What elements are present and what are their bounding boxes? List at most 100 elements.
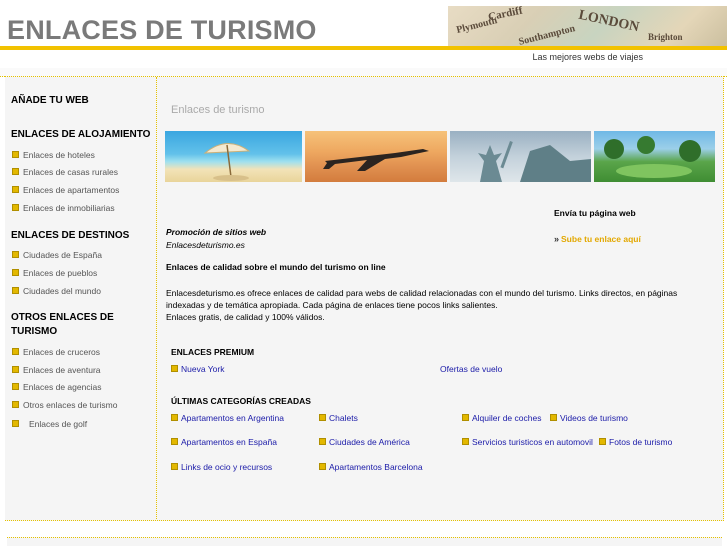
- bullet-icon: [171, 438, 178, 446]
- category-link[interactable]: Servicios turisticos en automovil: [462, 437, 593, 447]
- bullet-icon: [12, 401, 19, 409]
- sidebar-item-apartamentos[interactable]: Enlaces de apartamentos: [12, 185, 119, 195]
- sidebar-item-ciudades-espana[interactable]: Ciudades de España: [12, 250, 102, 260]
- bullet-icon: [12, 269, 19, 277]
- sidebar-item-inmobiliarias[interactable]: Enlaces de inmobiliarias: [12, 203, 115, 213]
- bullet-icon: [319, 414, 326, 422]
- sidebar-item-label: Enlaces de casas rurales: [23, 167, 118, 177]
- categories-heading: ÚLTIMAS CATEGORÍAS CREADAS: [171, 396, 311, 406]
- bullet-icon: [462, 438, 469, 446]
- paragraph-line: indexadas y de temática apropiada. Cada …: [166, 300, 498, 310]
- sidebar-item-label: Enlaces de inmobiliarias: [23, 203, 115, 213]
- sidebar-heading-otros-2: TURISMO: [11, 326, 58, 337]
- sidebar-item-ciudades-mundo[interactable]: Ciudades del mundo: [12, 286, 101, 296]
- bullet-icon: [12, 151, 19, 159]
- category-link[interactable]: Links de ocio y recursos: [171, 462, 272, 472]
- statue-icon: [478, 141, 591, 182]
- link-label: Apartamentos en España: [181, 437, 277, 447]
- bullet-icon: [12, 383, 19, 391]
- category-link[interactable]: Ciudades de América: [319, 437, 410, 447]
- sidebar-item-cruceros[interactable]: Enlaces de cruceros: [12, 347, 100, 357]
- bullet-icon: [12, 168, 19, 176]
- add-web-link[interactable]: AÑADE TU WEB: [11, 94, 89, 108]
- bullet-icon: [12, 348, 19, 356]
- sidebar-item-label: Enlaces de apartamentos: [23, 185, 120, 195]
- sidebar: [5, 77, 157, 519]
- bullet-icon: [12, 186, 19, 194]
- bullet-icon: [12, 287, 19, 295]
- bullet-icon: [12, 251, 19, 259]
- sidebar-item-pueblos[interactable]: Enlaces de pueblos: [12, 268, 97, 278]
- link-label: Chalets: [329, 413, 358, 423]
- category-link[interactable]: Apartamentos en España: [171, 437, 277, 447]
- double-arrow-icon: »: [554, 234, 560, 244]
- map-label: Brighton: [648, 32, 683, 42]
- sidebar-item-casas-rurales[interactable]: Enlaces de casas rurales: [12, 167, 118, 177]
- submit-link-label: Sube tu enlace aquí: [561, 234, 641, 244]
- site-title[interactable]: ENLACES DE TURISMO: [7, 15, 317, 46]
- airplane-photo: [305, 131, 447, 182]
- palm-trees-icon: [604, 136, 701, 178]
- premium-heading: ENLACES PREMIUM: [171, 347, 255, 357]
- header-map-image: Cardiff Plymouth LONDON Southampton Brig…: [448, 6, 727, 46]
- link-label: Ofertas de vuelo: [440, 364, 503, 374]
- page-title: Enlaces de turismo: [171, 104, 265, 116]
- beach-umbrella-icon: [203, 143, 251, 181]
- bullet-icon: [550, 414, 557, 422]
- category-link[interactable]: Fotos de turismo: [599, 437, 672, 447]
- sidebar-item-label: Enlaces de cruceros: [23, 347, 101, 357]
- golf-course-photo: [594, 131, 715, 182]
- map-label: Southampton: [517, 23, 577, 46]
- link-label: Nueva York: [181, 364, 225, 374]
- airplane-icon: [323, 149, 429, 171]
- paragraph-line: Enlaces gratis, de calidad y 100% válido…: [166, 312, 325, 322]
- category-link[interactable]: Apartamentos Barcelona: [319, 462, 423, 472]
- sidebar-heading-destinos: ENLACES DE DESTINOS: [11, 230, 130, 241]
- sidebar-item-label: Otros enlaces de turismo: [23, 400, 118, 410]
- submit-link[interactable]: » Sube tu enlace aquí: [554, 234, 641, 244]
- tagline: Las mejores webs de viajes: [532, 52, 643, 62]
- premium-link-nueva-york[interactable]: Nueva York: [171, 364, 224, 374]
- statue-liberty-photo: [450, 131, 591, 182]
- link-label: Links de ocio y recursos: [181, 462, 273, 472]
- premium-link-ofertas-vuelo[interactable]: Ofertas de vuelo: [440, 364, 502, 374]
- bullet-icon: [12, 204, 19, 212]
- sidebar-item-label: Ciudades de España: [23, 250, 102, 260]
- sidebar-item-label: Enlaces de pueblos: [23, 268, 98, 278]
- promo-title: Promoción de sitios web: [166, 227, 267, 237]
- sidebar-item-label: Enlaces de golf: [29, 419, 88, 429]
- sidebar-item-label: Enlaces de aventura: [23, 365, 101, 375]
- sidebar-item-aventura[interactable]: Enlaces de aventura: [12, 365, 101, 375]
- sidebar-item-agencias[interactable]: Enlaces de agencias: [12, 382, 101, 392]
- promo-site: Enlacesdeturismo.es: [166, 240, 245, 250]
- sidebar-item-otros-turismo[interactable]: Otros enlaces de turismo: [12, 400, 117, 410]
- bullet-icon: [319, 438, 326, 446]
- category-link[interactable]: Apartamentos en Argentina: [171, 413, 284, 423]
- category-link[interactable]: Alquiler de coches: [462, 413, 541, 423]
- bullet-icon: [171, 365, 178, 373]
- beach-photo: [165, 131, 302, 182]
- submit-web-heading: Envía tu página web: [554, 208, 636, 218]
- link-label: Apartamentos Barcelona: [329, 462, 423, 472]
- sidebar-item-golf[interactable]: Enlaces de golf: [12, 419, 87, 429]
- sidebar-item-label: Enlaces de hoteles: [23, 150, 95, 160]
- sidebar-heading-alojamiento: ENLACES DE ALOJAMIENTO: [11, 129, 151, 140]
- bullet-icon: [462, 414, 469, 422]
- category-link[interactable]: Videos de turismo: [550, 413, 628, 423]
- bullet-icon: [319, 463, 326, 471]
- link-label: Servicios turisticos en automovil: [472, 437, 593, 447]
- link-label: Apartamentos en Argentina: [181, 413, 285, 423]
- quality-title: Enlaces de calidad sobre el mundo del tu…: [166, 262, 386, 272]
- sidebar-item-hoteles[interactable]: Enlaces de hoteles: [12, 150, 95, 160]
- link-label: Alquiler de coches: [472, 413, 542, 423]
- bullet-icon: [171, 463, 178, 471]
- paragraph-line: Enlacesdeturismo.es ofrece enlaces de ca…: [166, 288, 678, 298]
- sidebar-item-label: Enlaces de agencias: [23, 382, 102, 392]
- category-link[interactable]: Chalets: [319, 413, 358, 423]
- link-label: Ciudades de América: [329, 437, 410, 447]
- sidebar-item-label: Ciudades del mundo: [23, 286, 101, 296]
- map-label: LONDON: [577, 7, 641, 36]
- bullet-icon: [12, 420, 19, 428]
- sidebar-heading-otros-1: OTROS ENLACES DE: [11, 312, 114, 323]
- intro-paragraph: Enlacesdeturismo.es ofrece enlaces de ca…: [166, 287, 716, 323]
